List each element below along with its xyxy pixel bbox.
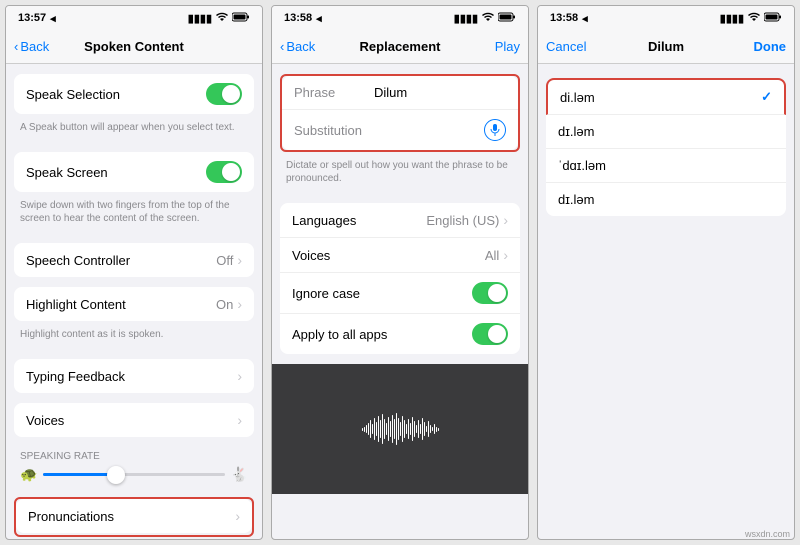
phone-screen-2: 13:58 ◂ ▮▮▮▮ ‹ Back Replacement Play Phra… (271, 5, 529, 540)
status-bar: 13:58 ◂ ▮▮▮▮ (272, 6, 528, 30)
speak-screen-row[interactable]: Speak Screen (14, 152, 254, 192)
signal-icon: ▮▮▮▮ (454, 12, 478, 25)
signal-icon: ▮▮▮▮ (188, 12, 212, 25)
option-label: di.ləm (560, 90, 595, 105)
status-icons: ▮▮▮▮ (720, 12, 782, 25)
watermark: wsxdn.com (745, 529, 790, 539)
play-button[interactable]: Play (470, 39, 520, 54)
chevron-right-icon: › (503, 247, 508, 263)
location-icon: ◂ (582, 12, 588, 25)
substitution-hint: Dictate or spell out how you want the ph… (272, 156, 528, 193)
page-title: Spoken Content (84, 39, 184, 54)
status-time: 13:58 (550, 12, 578, 24)
status-bar: 13:57 ◂ ▮▮▮▮ (6, 6, 262, 30)
phrase-value: Dilum (374, 85, 407, 100)
pronunciation-option[interactable]: dɪ.ləm (546, 115, 786, 149)
highlight-content-row[interactable]: Highlight Content On› (14, 287, 254, 321)
substitution-row[interactable]: Substitution (282, 110, 518, 150)
cancel-button[interactable]: Cancel (546, 39, 596, 54)
speak-selection-hint: A Speak button will appear when you sele… (6, 118, 262, 142)
done-button[interactable]: Done (736, 39, 786, 54)
chevron-left-icon: ‹ (280, 39, 284, 54)
speech-controller-row[interactable]: Speech Controller Off› (14, 243, 254, 277)
signal-icon: ▮▮▮▮ (720, 12, 744, 25)
speaking-rate-header: SPEAKING RATE (6, 441, 262, 466)
speaking-rate-slider[interactable]: 🐢 🐇 (6, 466, 262, 493)
waveform-area (272, 364, 528, 494)
wifi-icon (482, 12, 494, 25)
option-label: dɪ.ləm (558, 192, 594, 207)
status-icons: ▮▮▮▮ (454, 12, 516, 25)
languages-row[interactable]: Languages English (US)› (280, 203, 520, 238)
back-button[interactable]: ‹ Back (280, 39, 330, 54)
highlight-content-hint: Highlight content as it is spoken. (6, 325, 262, 349)
chevron-right-icon: › (237, 252, 242, 268)
replacement-content: Phrase Dilum Substitution Dictate or spe… (272, 64, 528, 539)
speak-selection-toggle[interactable] (206, 83, 242, 105)
chevron-left-icon: ‹ (14, 39, 18, 54)
speak-screen-hint: Swipe down with two fingers from the top… (6, 196, 262, 233)
waveform-icon (362, 413, 439, 445)
rabbit-icon: 🐇 (231, 466, 248, 483)
mic-button[interactable] (484, 119, 506, 141)
status-icons: ▮▮▮▮ (188, 12, 250, 25)
phrase-row[interactable]: Phrase Dilum (282, 76, 518, 110)
back-button[interactable]: ‹ Back (14, 39, 64, 54)
slider-thumb[interactable] (107, 466, 125, 484)
apply-all-toggle[interactable] (472, 323, 508, 345)
battery-icon (232, 12, 250, 25)
pronunciation-option[interactable]: ˈdɑɪ.ləm (546, 149, 786, 183)
wifi-icon (216, 12, 228, 25)
status-bar: 13:58 ◂ ▮▮▮▮ (538, 6, 794, 30)
chevron-right-icon: › (237, 296, 242, 312)
wifi-icon (748, 12, 760, 25)
ignore-case-row[interactable]: Ignore case (280, 273, 520, 314)
status-time: 13:58 (284, 12, 312, 24)
check-icon: ✓ (761, 89, 772, 105)
speak-screen-toggle[interactable] (206, 161, 242, 183)
tortoise-icon: 🐢 (20, 466, 37, 483)
nav-bar: Cancel Dilum Done (538, 30, 794, 64)
voices-row[interactable]: Voices › (14, 403, 254, 437)
battery-icon (764, 12, 782, 25)
voices-row[interactable]: Voices All› (280, 238, 520, 273)
location-icon: ◂ (50, 12, 56, 25)
chevron-right-icon: › (237, 368, 242, 384)
slider-track[interactable] (43, 473, 224, 476)
chevron-right-icon: › (503, 212, 508, 228)
pronunciation-option[interactable]: dɪ.ləm (546, 183, 786, 216)
battery-icon (498, 12, 516, 25)
settings-content: Speak Selection A Speak button will appe… (6, 64, 262, 539)
status-time: 13:57 (18, 12, 46, 24)
ignore-case-toggle[interactable] (472, 282, 508, 304)
pronunciation-option[interactable]: di.ləm ✓ (546, 78, 786, 115)
picker-content: di.ləm ✓ dɪ.ləm ˈdɑɪ.ləm dɪ.ləm (538, 64, 794, 539)
page-title: Replacement (360, 39, 441, 54)
location-icon: ◂ (316, 12, 322, 25)
option-label: ˈdɑɪ.ləm (558, 158, 606, 173)
pronunciations-row[interactable]: Pronunciations › (16, 499, 252, 533)
chevron-right-icon: › (237, 412, 242, 428)
phone-screen-3: 13:58 ◂ ▮▮▮▮ Cancel Dilum Done di.ləm ✓ dɪ.… (537, 5, 795, 540)
nav-bar: ‹ Back Replacement Play (272, 30, 528, 64)
option-label: dɪ.ləm (558, 124, 594, 139)
typing-feedback-row[interactable]: Typing Feedback › (14, 359, 254, 393)
nav-bar: ‹ Back Spoken Content (6, 30, 262, 64)
page-title: Dilum (648, 39, 684, 54)
phone-screen-1: 13:57 ◂ ▮▮▮▮ ‹ Back Spoken Content Speak … (5, 5, 263, 540)
chevron-right-icon: › (235, 508, 240, 524)
speak-selection-row[interactable]: Speak Selection (14, 74, 254, 114)
apply-all-row[interactable]: Apply to all apps (280, 314, 520, 354)
